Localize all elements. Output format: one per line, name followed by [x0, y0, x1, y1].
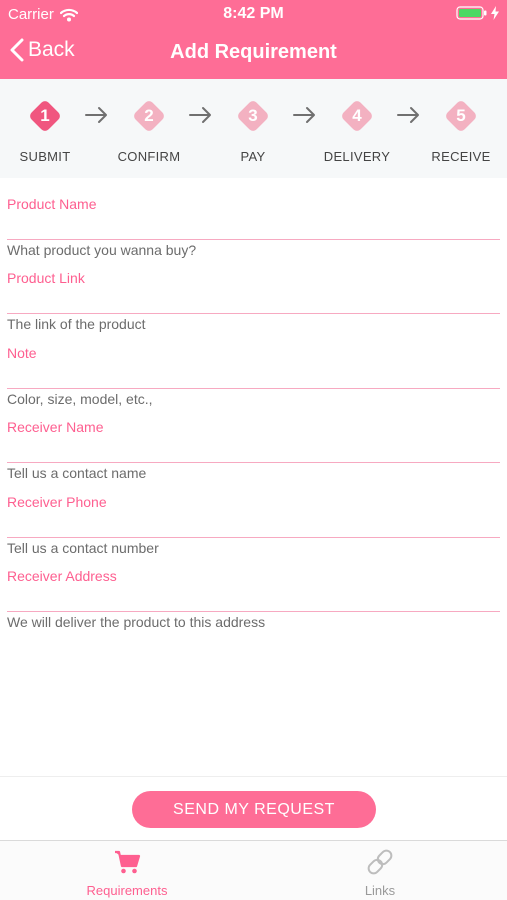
- progress-steps: 1 SUBMIT 2 CONFIRM 3 PAY 4 DELIVERY 5 RE…: [0, 79, 507, 178]
- receiver-name-field[interactable]: Receiver Name: [7, 407, 500, 463]
- field-label: Receiver Phone: [7, 494, 107, 510]
- step-5-badge: 5: [444, 99, 478, 133]
- field-hint: What product you wanna buy?: [7, 242, 197, 258]
- step-1-badge: 1: [28, 99, 62, 133]
- page-title: Add Requirement: [170, 41, 337, 63]
- note-field[interactable]: Note: [7, 333, 500, 389]
- field-label: Receiver Name: [7, 419, 104, 435]
- field-hint: The link of the product: [7, 316, 146, 332]
- arrow-right-icon: [293, 107, 315, 123]
- field-hint: Tell us a contact name: [7, 465, 147, 481]
- arrow-right-icon: [85, 107, 107, 123]
- arrow-right-icon: [189, 107, 211, 123]
- step-3-badge: 3: [236, 99, 270, 133]
- field-hint: Tell us a contact number: [7, 540, 159, 556]
- step-number: 2: [144, 106, 154, 125]
- step-label-delivery: DELIVERY: [323, 149, 391, 164]
- tab-bar: Requirements Links: [0, 840, 507, 900]
- field-hint: Color, size, model, etc.,: [7, 391, 153, 407]
- step-number: 3: [248, 106, 258, 125]
- step-number: 1: [40, 106, 50, 125]
- cart-icon: [115, 850, 141, 874]
- step-label-confirm: CONFIRM: [117, 149, 181, 164]
- tab-label: Links: [364, 883, 396, 898]
- field-label: Product Name: [7, 196, 97, 212]
- field-hint: We will deliver the product to this addr…: [7, 614, 266, 630]
- tab-links[interactable]: Links: [253, 841, 507, 900]
- navigation-bar: Back Add Requirement: [0, 33, 507, 71]
- step-label-receive: RECEIVE: [431, 149, 491, 164]
- step-label-pay: PAY: [240, 149, 266, 164]
- charging-bolt-icon: [491, 6, 499, 20]
- status-bar: Carrier 8:42 PM: [0, 0, 507, 28]
- submit-area: SEND MY REQUEST: [0, 776, 507, 839]
- field-label: Receiver Address: [7, 568, 117, 584]
- app-header: Carrier 8:42 PM Back Add Requirement: [0, 0, 507, 79]
- link-icon: [367, 849, 393, 875]
- step-number: 4: [352, 106, 362, 125]
- tab-requirements[interactable]: Requirements: [0, 841, 254, 900]
- receiver-address-field[interactable]: Receiver Address: [7, 556, 500, 612]
- product-link-field[interactable]: Product Link: [7, 258, 500, 314]
- step-number: 5: [456, 106, 466, 125]
- tab-label: Requirements: [86, 883, 168, 898]
- send-request-button[interactable]: SEND MY REQUEST: [132, 791, 376, 828]
- step-label-submit: SUBMIT: [19, 149, 71, 164]
- field-label: Product Link: [7, 270, 85, 286]
- status-time: 8:42 PM: [223, 5, 284, 22]
- step-4-badge: 4: [340, 99, 374, 133]
- battery-icon: [456, 6, 487, 20]
- arrow-right-icon: [397, 107, 419, 123]
- field-label: Note: [7, 345, 37, 361]
- step-2-badge: 2: [132, 99, 166, 133]
- battery-indicator: [456, 6, 499, 20]
- product-name-field[interactable]: Product Name: [7, 184, 500, 240]
- receiver-phone-field[interactable]: Receiver Phone: [7, 482, 500, 538]
